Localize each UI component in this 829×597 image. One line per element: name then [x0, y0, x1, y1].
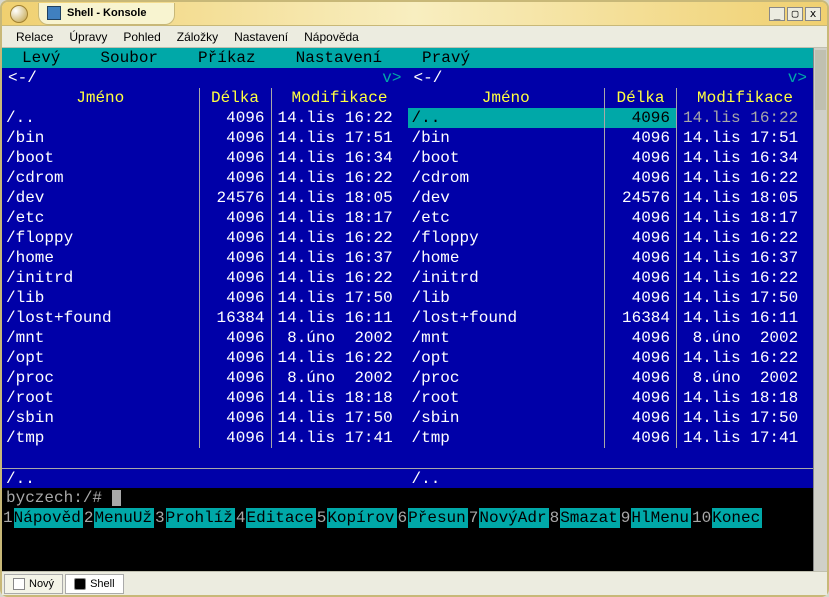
- menu-relace[interactable]: Relace: [10, 28, 59, 46]
- konsole-window: Shell - Konsole _ ▢ x Relace Úpravy Pohl…: [0, 0, 829, 597]
- file-row[interactable]: /bin409614.lis 17:51: [408, 128, 814, 148]
- file-row[interactable]: /initrd409614.lis 16:22: [2, 268, 408, 288]
- left-panel-footer: /..: [2, 468, 408, 488]
- close-button[interactable]: x: [805, 7, 821, 21]
- file-row[interactable]: /initrd409614.lis 16:22: [408, 268, 814, 288]
- col-name: Jméno: [408, 88, 606, 108]
- mc-menu-nastaveni[interactable]: Nastavení: [276, 48, 402, 68]
- file-row[interactable]: /mnt4096 8.úno 2002: [2, 328, 408, 348]
- right-panel-header: Jméno Délka Modifikace: [408, 88, 814, 108]
- fkey-5[interactable]: 5Kopírov: [316, 508, 397, 528]
- konsole-icon: [47, 6, 61, 20]
- fkey-8[interactable]: 8Smazat: [549, 508, 620, 528]
- mc-menu-levy[interactable]: Levý: [2, 48, 80, 68]
- left-panel-path: <-/ v>: [2, 68, 408, 88]
- file-row[interactable]: /..409614.lis 16:22: [408, 108, 814, 128]
- right-panel-path: <-/ v>: [408, 68, 814, 88]
- menu-napoveda[interactable]: Nápověda: [298, 28, 365, 46]
- file-row[interactable]: /etc409614.lis 18:17: [408, 208, 814, 228]
- file-row[interactable]: /tmp409614.lis 17:41: [2, 428, 408, 448]
- menu-zalozky[interactable]: Záložky: [171, 28, 224, 46]
- file-row[interactable]: /boot409614.lis 16:34: [408, 148, 814, 168]
- file-row[interactable]: /proc4096 8.úno 2002: [408, 368, 814, 388]
- file-row[interactable]: /cdrom409614.lis 16:22: [2, 168, 408, 188]
- fkey-4[interactable]: 4Editace: [235, 508, 316, 528]
- menu-upravy[interactable]: Úpravy: [63, 28, 113, 46]
- file-row[interactable]: /home409614.lis 16:37: [408, 248, 814, 268]
- function-keys: 1Nápověd2MenuUž 3Prohlíž4Editace5Kopírov…: [2, 508, 813, 528]
- title-tab: Shell - Konsole: [38, 3, 175, 25]
- file-row[interactable]: /dev2457614.lis 18:05: [408, 188, 814, 208]
- shell-tab-icon: [74, 578, 86, 590]
- left-panel-header: Jméno Délka Modifikace: [2, 88, 408, 108]
- col-name: Jméno: [2, 88, 200, 108]
- file-row[interactable]: /floppy409614.lis 16:22: [408, 228, 814, 248]
- fkey-1[interactable]: 1Nápověd: [2, 508, 83, 528]
- file-row[interactable]: /proc4096 8.úno 2002: [2, 368, 408, 388]
- col-time: Modifikace: [677, 88, 813, 108]
- right-panel-footer: /..: [408, 468, 814, 488]
- tab-shell[interactable]: Shell: [65, 574, 123, 594]
- file-row[interactable]: /mnt4096 8.úno 2002: [408, 328, 814, 348]
- fkey-10[interactable]: 10Konec: [691, 508, 762, 528]
- session-tabbar: Nový Shell: [2, 571, 827, 595]
- menu-nastaveni[interactable]: Nastavení: [228, 28, 294, 46]
- new-tab-icon: [13, 578, 25, 590]
- window-menu-icon[interactable]: [10, 5, 28, 23]
- file-row[interactable]: /lost+found1638414.lis 16:11: [408, 308, 814, 328]
- file-row[interactable]: /boot409614.lis 16:34: [2, 148, 408, 168]
- file-row[interactable]: /sbin409614.lis 17:50: [408, 408, 814, 428]
- mc-menu-prikaz[interactable]: Příkaz: [178, 48, 276, 68]
- file-row[interactable]: /lib409614.lis 17:50: [2, 288, 408, 308]
- fkey-9[interactable]: 9HlMenu: [620, 508, 691, 528]
- col-size: Délka: [200, 88, 272, 108]
- left-rows: /..409614.lis 16:22/bin409614.lis 17:51/…: [2, 108, 408, 462]
- window-title: Shell - Konsole: [67, 7, 146, 19]
- file-row[interactable]: /bin409614.lis 17:51: [2, 128, 408, 148]
- mc-menubar: Levý Soubor Příkaz Nastavení Pravý: [2, 48, 813, 68]
- fkey-6[interactable]: 6Přesun: [397, 508, 468, 528]
- mc-panels: <-/ v> Jméno Délka Modifikace /..409614.…: [2, 68, 813, 488]
- file-row[interactable]: /root409614.lis 18:18: [2, 388, 408, 408]
- fkey-7[interactable]: 7NovýAdr: [468, 508, 549, 528]
- file-row[interactable]: /lost+found1638414.lis 16:11: [2, 308, 408, 328]
- file-row[interactable]: /..409614.lis 16:22: [2, 108, 408, 128]
- file-row[interactable]: /opt409614.lis 16:22: [408, 348, 814, 368]
- terminal-scrollbar[interactable]: [813, 48, 827, 571]
- file-row[interactable]: /etc409614.lis 18:17: [2, 208, 408, 228]
- file-row[interactable]: /opt409614.lis 16:22: [2, 348, 408, 368]
- file-row[interactable]: /sbin409614.lis 17:50: [2, 408, 408, 428]
- titlebar[interactable]: Shell - Konsole _ ▢ x: [2, 2, 827, 26]
- menu-pohled[interactable]: Pohled: [117, 28, 166, 46]
- col-time: Modifikace: [272, 88, 408, 108]
- file-row[interactable]: /tmp409614.lis 17:41: [408, 428, 814, 448]
- maximize-button[interactable]: ▢: [787, 7, 803, 21]
- left-panel[interactable]: <-/ v> Jméno Délka Modifikace /..409614.…: [2, 68, 408, 488]
- file-row[interactable]: /lib409614.lis 17:50: [408, 288, 814, 308]
- minimize-button[interactable]: _: [769, 7, 785, 21]
- right-panel[interactable]: <-/ v> Jméno Délka Modifikace /..409614.…: [408, 68, 814, 488]
- fkey-2[interactable]: 2MenuUž: [83, 508, 154, 528]
- app-menubar: Relace Úpravy Pohled Záložky Nastavení N…: [2, 26, 827, 48]
- right-rows: /..409614.lis 16:22/bin409614.lis 17:51/…: [408, 108, 814, 462]
- mc-menu-soubor[interactable]: Soubor: [80, 48, 178, 68]
- file-row[interactable]: /root409614.lis 18:18: [408, 388, 814, 408]
- col-size: Délka: [605, 88, 677, 108]
- file-row[interactable]: /home409614.lis 16:37: [2, 248, 408, 268]
- file-row[interactable]: /floppy409614.lis 16:22: [2, 228, 408, 248]
- new-session-button[interactable]: Nový: [4, 574, 63, 594]
- fkey-3[interactable]: 3Prohlíž: [154, 508, 235, 528]
- shell-prompt[interactable]: byczech:/#: [2, 488, 813, 508]
- file-row[interactable]: /dev2457614.lis 18:05: [2, 188, 408, 208]
- cursor-icon: [112, 490, 121, 506]
- file-row[interactable]: /cdrom409614.lis 16:22: [408, 168, 814, 188]
- mc-menu-pravy[interactable]: Pravý: [402, 48, 490, 68]
- terminal-area[interactable]: Levý Soubor Příkaz Nastavení Pravý <-/ v…: [2, 48, 827, 571]
